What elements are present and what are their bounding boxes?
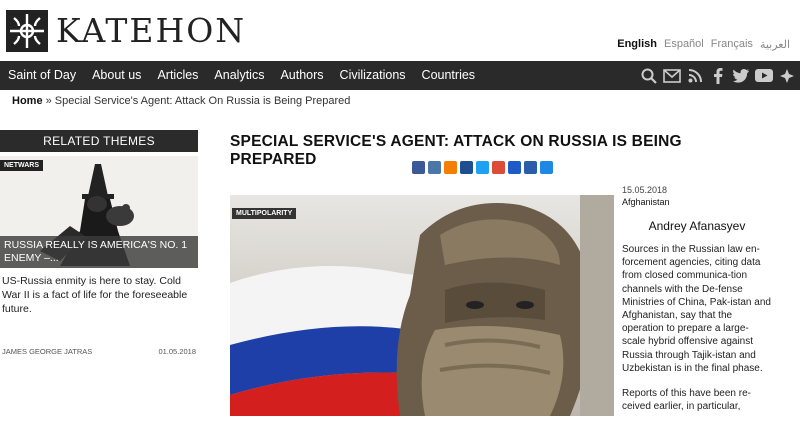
site-header: KATEHON English Español Français العربية [0,0,800,60]
lang-arabic[interactable]: العربية [760,38,790,51]
nav-countries[interactable]: Countries [414,61,484,90]
hero-illustration [230,195,614,416]
related-article-card[interactable]: NETWARS RUSSIA REALLY IS AMERICA'S NO. 1… [0,156,198,268]
breadcrumb-current: Special Service's Agent: Attack On Russi… [54,95,351,107]
livejournal-share-icon[interactable] [460,161,473,174]
breadcrumb-home[interactable]: Home [12,95,43,107]
article-author[interactable]: Andrey Afanasyev [622,219,772,233]
main-nav: Saint of Day About us Articles Analytics… [0,61,800,90]
article-paragraph: Sources in the Russian law en-forcement … [622,244,771,374]
site-logo[interactable]: KATEHON [6,10,246,52]
menu-icon[interactable] [778,67,796,85]
related-card-date: 01.05.2018 [158,347,196,356]
related-card-meta: JAMES GEORGE JATRAS 01.05.2018 [0,347,198,356]
nav-authors[interactable]: Authors [272,61,331,90]
related-card-excerpt: US-Russia enmity is here to stay. Cold W… [2,275,188,315]
related-card-title[interactable]: RUSSIA REALLY IS AMERICA'S NO. 1 ENEMY –… [0,236,198,268]
article-paragraph: Reports of this have been re-ceived earl… [622,388,751,413]
nav-icon-group [640,61,796,90]
nav-saint-of-day[interactable]: Saint of Day [0,61,84,90]
logo-text: KATEHON [56,11,247,50]
sidebar-heading: RELATED THEMES [0,130,198,152]
language-switcher: English Español Français العربية [617,38,790,51]
share-bar [412,161,553,174]
nav-analytics[interactable]: Analytics [206,61,272,90]
article-body: Sources in the Russian law en-forcement … [622,243,772,413]
facebook-icon[interactable] [709,67,727,85]
nav-articles[interactable]: Articles [149,61,206,90]
facebook-share-icon[interactable] [412,161,425,174]
nav-about-us[interactable]: About us [84,61,149,90]
breadcrumb-separator: » [42,95,55,107]
email-share-icon[interactable] [508,161,521,174]
rss-icon[interactable] [686,67,704,85]
youtube-icon[interactable] [755,67,773,85]
vk-share-icon[interactable] [428,161,441,174]
twitter-share-icon[interactable] [476,161,489,174]
hero-category-tag[interactable]: MULTIPOLARITY [232,208,297,219]
nav-civilizations[interactable]: Civilizations [332,61,414,90]
related-card-tag[interactable]: NETWARS [0,160,43,171]
twitter-icon[interactable] [732,67,750,85]
lang-french[interactable]: Français [711,38,753,51]
more-share-icon[interactable] [540,161,553,174]
related-card-author[interactable]: JAMES GEORGE JATRAS [2,347,92,356]
related-themes-sidebar: RELATED THEMES NETWARS RUSSIA REALLY IS … [0,130,198,356]
article-category[interactable]: Afghanistan [622,197,772,207]
search-icon[interactable] [640,67,658,85]
mail-icon[interactable] [663,67,681,85]
blogger-share-icon[interactable] [444,161,457,174]
article-meta: 15.05.2018 Afghanistan Andrey Afanasyev … [622,185,772,425]
lang-spanish[interactable]: Español [664,38,704,51]
article-hero-image: MULTIPOLARITY [230,195,614,416]
breadcrumb: Home » Special Service's Agent: Attack O… [12,95,350,107]
article-date: 15.05.2018 [622,185,668,195]
lang-english[interactable]: English [617,38,657,51]
logo-icon [6,10,48,52]
print-share-icon[interactable] [524,161,537,174]
googleplus-share-icon[interactable] [492,161,505,174]
